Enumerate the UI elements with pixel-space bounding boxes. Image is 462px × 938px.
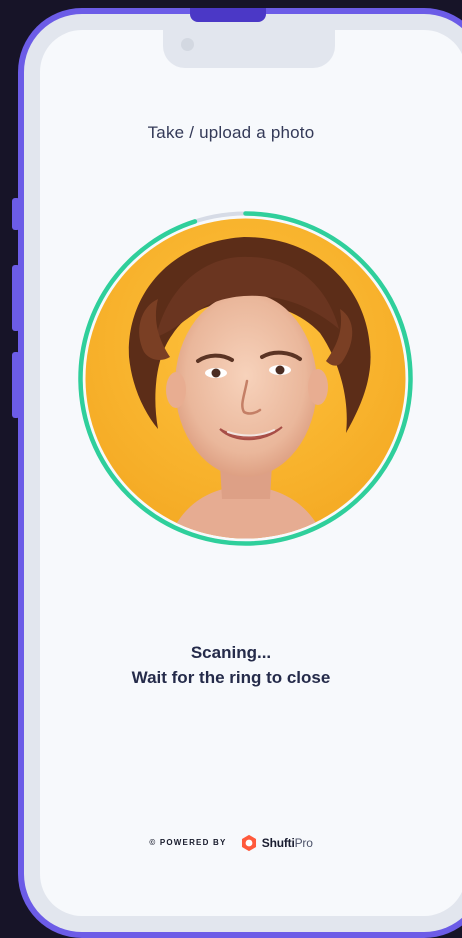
page-title: Take / upload a photo bbox=[147, 123, 315, 142]
brand-logo: Shufti Pro bbox=[240, 834, 313, 852]
status-scanning: Scaning... bbox=[190, 643, 272, 662]
front-camera-icon bbox=[181, 38, 194, 51]
page: Take / upload a photo Scaning... Wait fo… bbox=[0, 0, 462, 938]
right-pupil bbox=[275, 365, 285, 375]
status-instruction: Wait for the ring to close bbox=[131, 668, 331, 687]
notch bbox=[163, 30, 335, 68]
left-pupil bbox=[211, 368, 221, 378]
powered-by-footer: © POWERED BY Shufti Pro bbox=[0, 834, 462, 852]
face-scan-svg bbox=[78, 211, 413, 546]
scan-status: Scaning... Wait for the ring to close bbox=[0, 640, 462, 690]
brand-name: Shufti bbox=[261, 836, 295, 850]
brand-suffix: Pro bbox=[294, 836, 313, 850]
right-ear bbox=[308, 369, 328, 405]
powered-by-label: © POWERED BY bbox=[149, 838, 227, 848]
speaker bbox=[190, 8, 266, 22]
portrait-photo bbox=[85, 218, 406, 539]
shufti-logo-icon bbox=[241, 834, 256, 852]
left-ear bbox=[166, 372, 186, 408]
face-scan-area[interactable] bbox=[74, 207, 417, 550]
